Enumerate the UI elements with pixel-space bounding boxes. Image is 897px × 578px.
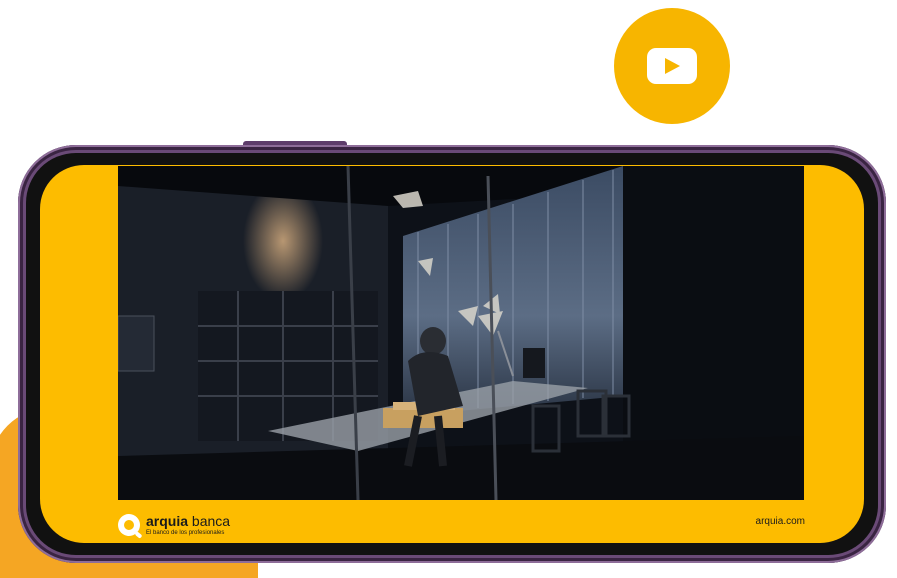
- play-icon: [647, 48, 697, 84]
- arquia-q-logo: [118, 514, 140, 536]
- video-player[interactable]: [118, 166, 804, 500]
- brand-name-bold: arquia: [146, 513, 189, 529]
- brand-lockup: arquia banca El banco de los profesional…: [118, 508, 230, 542]
- play-video-button[interactable]: [614, 8, 730, 124]
- brand-name-light: banca: [188, 513, 231, 529]
- site-url: arquia.com: [755, 516, 805, 527]
- brand-tagline: El banco de los profesionales: [146, 530, 225, 536]
- brand-name: arquia banca: [146, 514, 230, 528]
